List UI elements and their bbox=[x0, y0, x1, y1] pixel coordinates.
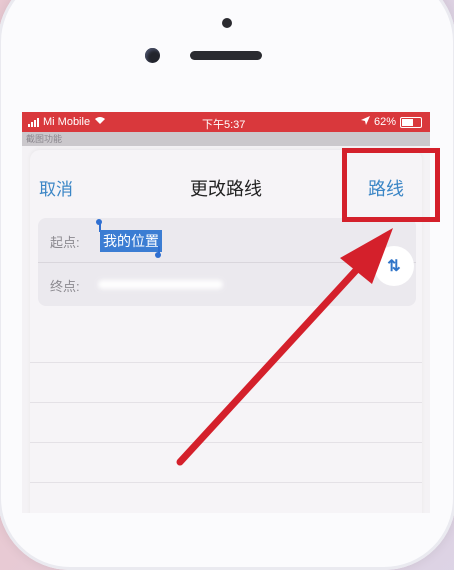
annotation-arrow-icon bbox=[176, 228, 393, 466]
phone-frame: Mi Mobile 下午5:37 62% 截图功能 取消 更改路线 路线 起点:… bbox=[0, 0, 454, 570]
